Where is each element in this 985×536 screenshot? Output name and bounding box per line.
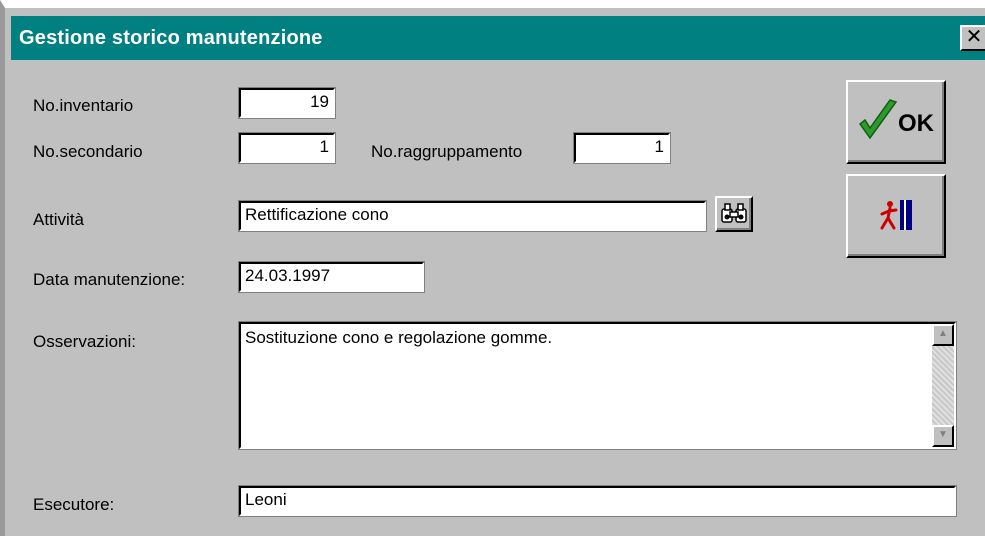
ok-button[interactable]: OK [846, 80, 946, 164]
scroll-up-icon: ▲ [938, 328, 948, 339]
window-title: Gestione storico manutenzione [19, 27, 323, 49]
esecutore-field[interactable]: Leoni [238, 485, 957, 517]
inventario-field[interactable]: 19 [238, 87, 336, 119]
title-bar[interactable]: Gestione storico manutenzione ✕ [11, 16, 985, 60]
close-icon: ✕ [965, 26, 983, 48]
data-field[interactable]: 24.03.1997 [238, 261, 425, 293]
secondario-label: No.secondario [33, 142, 143, 161]
raggruppamento-label: No.raggruppamento [371, 142, 523, 161]
esecutore-label: Esecutore: [33, 495, 115, 514]
attivita-lookup-button[interactable] [715, 196, 753, 232]
osservazioni-label: Osservazioni: [33, 332, 136, 351]
scroll-down-icon: ▼ [938, 429, 948, 440]
ok-label: OK [898, 110, 934, 137]
scroll-down-button[interactable]: ▼ [932, 425, 954, 447]
raggruppamento-field[interactable]: 1 [573, 132, 671, 164]
attivita-label: Attività [33, 210, 85, 229]
attivita-field[interactable]: Rettificazione cono [238, 200, 707, 232]
osservazioni-text: Sostituzione cono e regolazione gomme. [245, 328, 553, 347]
dialog-window: Gestione storico manutenzione ✕ No.inven… [0, 0, 985, 536]
data-label: Data manutenzione: [33, 270, 186, 289]
secondario-field[interactable]: 1 [238, 132, 336, 164]
checkmark-icon [858, 99, 898, 140]
inventario-label: No.inventario [33, 96, 134, 115]
binoculars-icon [721, 203, 747, 223]
close-button[interactable]: ✕ [960, 25, 985, 51]
scroll-up-button[interactable]: ▲ [932, 324, 954, 346]
exit-door-icon [880, 200, 912, 230]
exit-button[interactable] [846, 174, 946, 258]
osservazioni-field[interactable]: Sostituzione cono e regolazione gomme. ▲… [238, 321, 957, 450]
osservazioni-scrollbar[interactable]: ▲ ▼ [932, 324, 954, 447]
